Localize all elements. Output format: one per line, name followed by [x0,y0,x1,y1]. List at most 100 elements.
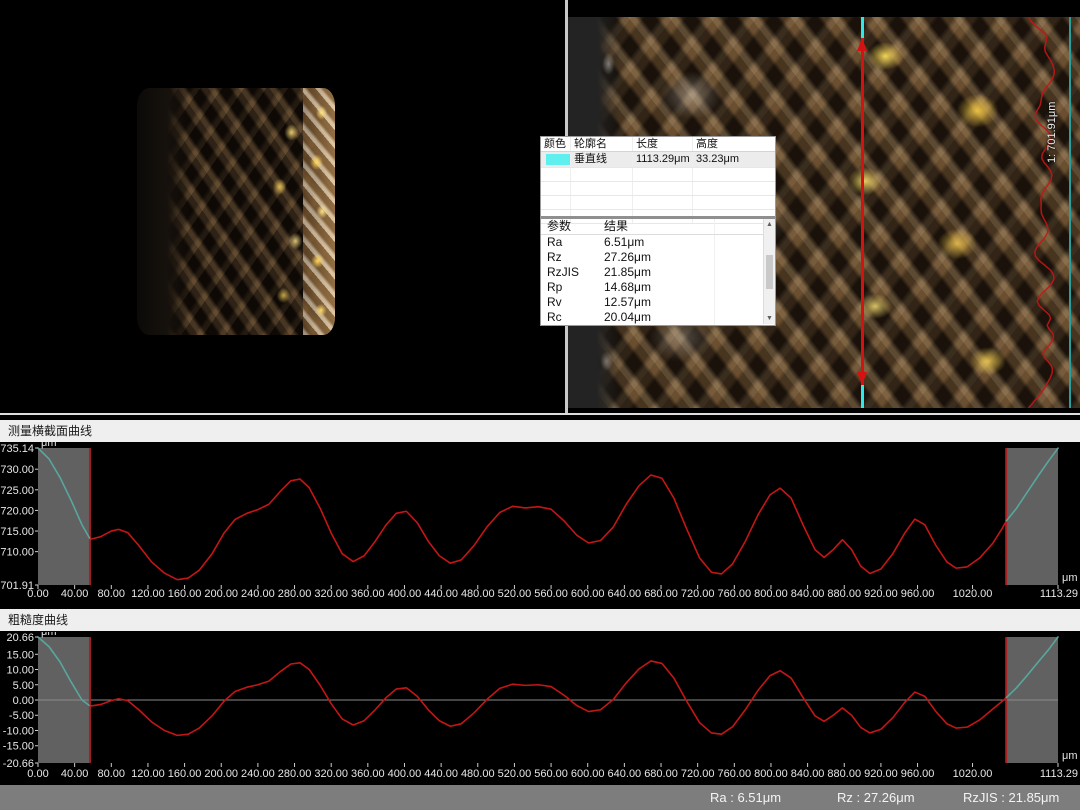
x-tick-label: 560.00 [534,768,568,780]
x-tick-label: 360.00 [351,588,385,600]
specimen-lit-face [303,88,335,335]
y-tick-label: 710.00 [0,547,34,559]
x-tick-label: 320.00 [314,588,348,600]
x-tick-label: 1020.00 [953,588,993,600]
x-tick-label: 720.00 [681,768,715,780]
profile-color-cell [541,152,571,167]
column-header-height[interactable]: 高度 [693,137,775,151]
x-tick-label: 280.00 [278,768,312,780]
x-tick-label: 880.00 [827,588,861,600]
y-tick-label: 715.00 [0,526,34,538]
vertical-measure-line[interactable] [857,17,867,408]
x-axis-unit: μm [1062,572,1078,584]
x-tick-label: 840.00 [791,588,825,600]
x-tick-label: 40.00 [61,588,89,600]
x-tick-label: 640.00 [608,588,642,600]
scroll-down-icon[interactable]: ▼ [766,313,773,324]
column-header-color[interactable]: 颜色 [541,137,571,151]
parameter-value: 21.85μm [604,265,715,280]
baseline-cursor-line[interactable] [1069,17,1071,408]
status-rz-value: Rz : 27.26μm [837,790,915,805]
roughness-chart-plot[interactable]: 20.66 15.00 10.00 5.00 0.00 -5.00 -10.00 -15.00… [0,632,1080,782]
y-tick-label: 5.00 [13,680,34,692]
parameter-value: 14.68μm [604,280,715,295]
x-tick-label: 560.00 [534,588,568,600]
parameter-row[interactable]: RzJIS 21.85μm [541,265,775,280]
measure-line-top-grip[interactable] [861,17,864,38]
x-tick-label: 600.00 [571,768,605,780]
profile-height-cell: 33.23μm [696,153,740,165]
y-tick-label: 735.14 [0,443,34,455]
profile-table-empty-row [541,182,775,196]
parameter-name: RzJIS [547,265,580,279]
parameter-row[interactable]: Rz 27.26μm [541,250,775,265]
parameter-row[interactable]: Rv 12.57μm [541,295,775,310]
status-ra-value: Ra : 6.51μm [710,790,782,805]
parameter-row[interactable]: Rp 14.68μm [541,280,775,295]
roughness-chart-title: 粗糙度曲线 [0,609,1080,631]
y-tick-label: 0.00 [13,695,34,707]
measure-line-bottom-grip[interactable] [861,385,864,408]
x-tick-label: 160.00 [168,588,202,600]
parameter-table: 参数 结果 Ra 6.51μm Rz 27.26μm RzJIS 21.85μm Rp 14.… [541,219,775,325]
parameter-value: 12.57μm [604,295,715,310]
specimen-3d-object [137,88,335,335]
profile-table: 颜色 轮廓名 长度 高度 垂直线 1113.29μm 33.23μm [541,137,775,224]
profile-table-row[interactable]: 垂直线 1113.29μm 33.23μm [541,152,775,168]
x-tick-label: 0.00 [27,588,48,600]
y-axis-unit: μm [41,632,57,638]
y-axis-unit: μm [41,442,57,449]
column-header-length[interactable]: 长度 [633,137,693,151]
cross-section-chart-plot[interactable]: 735.14730.00725.00720.00715.00710.00701.… [0,442,1080,607]
parameter-value: 20.04μm [604,310,715,325]
x-tick-label: 960.00 [901,588,935,600]
parameter-table-scrollbar[interactable]: ▲ ▼ [763,219,775,324]
excluded-zone [1006,448,1058,585]
x-tick-label: 440.00 [424,768,458,780]
y-tick-label: -5.00 [9,710,34,722]
x-tick-label: 400.00 [388,768,422,780]
x-tick-label: 1020.00 [953,768,993,780]
x-tick-label: 680.00 [644,768,678,780]
x-tick-label: 0.00 [27,768,48,780]
scroll-up-icon[interactable]: ▲ [766,219,773,230]
x-tick-label: 200.00 [204,768,238,780]
x-tick-label: 800.00 [754,588,788,600]
x-tick-label: 280.00 [278,588,312,600]
x-axis-unit: μm [1062,750,1078,762]
parameter-value: 27.26μm [604,250,715,265]
x-tick-label: 800.00 [754,768,788,780]
x-tick-label: 880.00 [827,768,861,780]
3d-viewport[interactable] [0,0,565,413]
x-tick-label: 960.00 [901,768,935,780]
parameter-rows: Ra 6.51μm Rz 27.26μm RzJIS 21.85μm Rp 14.68μm Rv… [541,235,775,325]
baseline-label: 1: 701.91μm [1046,101,1058,163]
profile-length-cell: 1113.29μm [633,152,693,167]
x-tick-label: 200.00 [204,588,238,600]
measurement-results-panel: 颜色 轮廓名 长度 高度 垂直线 1113.29μm 33.23μm 参数 结果… [540,136,776,326]
profile-table-header: 颜色 轮廓名 长度 高度 [541,137,775,152]
profile-name-cell: 垂直线 [571,152,633,167]
x-tick-label: 40.00 [61,768,89,780]
profile-table-empty-row [541,168,775,182]
measure-line-arrow-down [857,372,867,385]
profile-color-swatch [546,154,570,165]
x-tick-label: 1113.29 [1040,768,1078,780]
y-tick-label: 720.00 [0,505,34,517]
parameter-name: Rc [547,310,562,324]
x-tick-label: 320.00 [314,768,348,780]
x-tick-label: 680.00 [644,588,678,600]
scrollbar-thumb[interactable] [766,254,773,289]
x-tick-label: 840.00 [791,768,825,780]
column-header-result[interactable]: 结果 [604,219,715,234]
excluded-zone [38,448,90,585]
parameter-row[interactable]: Rc 20.04μm [541,310,775,325]
parameter-row[interactable]: Ra 6.51μm [541,235,775,250]
column-header-parameter[interactable]: 参数 [541,219,604,234]
x-tick-label: 240.00 [241,768,275,780]
x-tick-label: 600.00 [571,588,605,600]
x-tick-label: 480.00 [461,768,495,780]
y-tick-label: -15.00 [3,741,34,753]
x-tick-label: 160.00 [168,768,202,780]
column-header-profile-name[interactable]: 轮廓名 [571,137,633,151]
